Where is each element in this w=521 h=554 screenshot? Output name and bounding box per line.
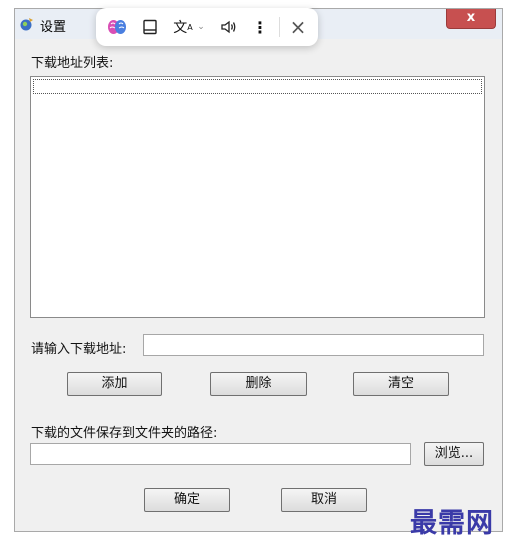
site-watermark: 最需网 <box>410 508 494 539</box>
ok-button[interactable]: 确定 <box>144 488 230 512</box>
browse-button[interactable]: 浏览... <box>424 442 484 466</box>
save-path-input[interactable] <box>30 443 411 465</box>
window-close-button[interactable]: x <box>446 9 496 29</box>
download-url-list[interactable] <box>30 76 485 318</box>
delete-button[interactable]: 删除 <box>210 372 307 396</box>
save-path-label: 下载的文件保存到文件夹的路径: <box>31 426 218 441</box>
floating-toolbar: 文A ⌄ ⋮ × <box>96 8 318 46</box>
chevron-down-icon[interactable]: ⌄ <box>196 17 206 37</box>
clear-button[interactable]: 清空 <box>353 372 449 396</box>
download-list-label: 下载地址列表: <box>31 56 114 71</box>
translate-icon[interactable]: 文A <box>172 17 194 37</box>
list-focus-row <box>33 79 482 94</box>
app-icon <box>20 18 33 31</box>
close-icon[interactable]: × <box>288 15 308 39</box>
more-icon[interactable]: ⋮ <box>252 17 268 37</box>
url-input[interactable] <box>143 334 484 356</box>
url-input-label: 请输入下载地址: <box>31 342 127 357</box>
brain-icon[interactable] <box>106 17 128 37</box>
book-icon[interactable] <box>140 17 160 37</box>
window-title: 设置 <box>40 20 67 35</box>
add-button[interactable]: 添加 <box>67 372 162 396</box>
toolbar-divider <box>279 17 280 37</box>
cancel-button[interactable]: 取消 <box>281 488 367 512</box>
speaker-icon[interactable] <box>218 17 240 37</box>
